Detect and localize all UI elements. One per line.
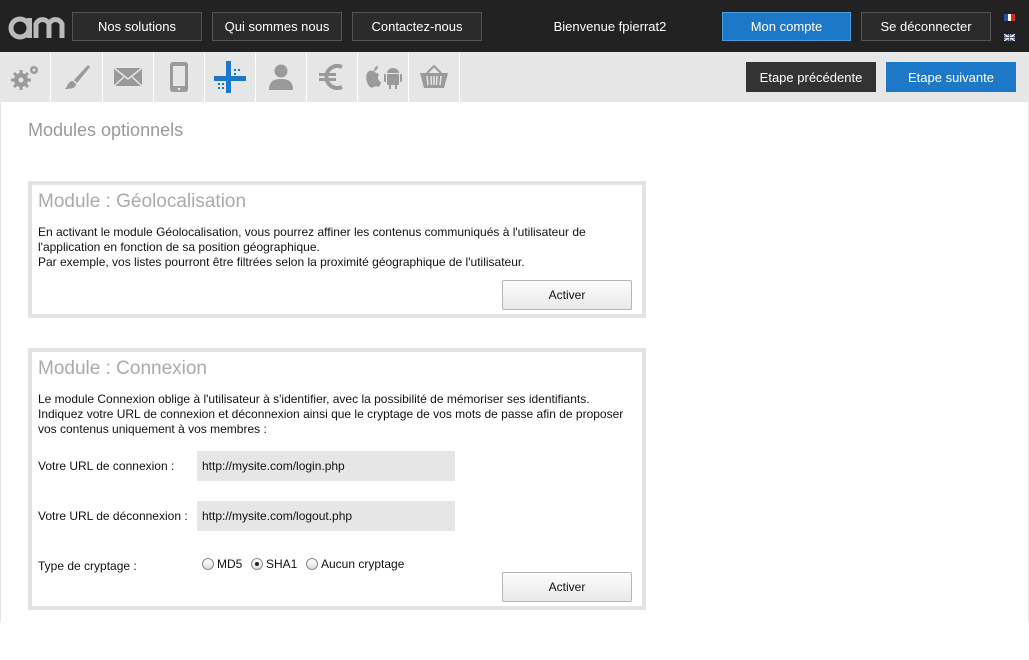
geolocation-desc-line1: En activant le module Géolocalisation, v…: [38, 225, 586, 239]
nav-contactez-nous[interactable]: Contactez-nous: [352, 12, 482, 41]
radio-circle[interactable]: [202, 558, 214, 570]
user-icon: [269, 64, 293, 90]
design-tool[interactable]: [52, 52, 103, 102]
shop-tool[interactable]: [409, 52, 460, 102]
login-desc-line2: Indiquez votre URL de connexion et décon…: [38, 407, 624, 421]
login-desc-line3: vos contenus uniquement à vos membres :: [38, 422, 267, 436]
login-module: Module : Connexion Le module Connexion o…: [28, 348, 646, 610]
crypt-sha1-radio[interactable]: SHA1: [251, 557, 297, 571]
mail-icon: [113, 67, 143, 87]
login-module-title: Module : Connexion: [38, 358, 207, 379]
logout-url-label: Votre URL de déconnexion :: [38, 509, 188, 523]
geolocation-desc-line3: Par exemple, vos listes pourront être fi…: [38, 255, 525, 269]
brush-icon: [65, 65, 90, 89]
modules-icon: [214, 61, 246, 93]
previous-step-button[interactable]: Etape précédente: [746, 62, 876, 92]
crypt-md5-label: MD5: [217, 557, 243, 571]
crypt-sha1-label: SHA1: [266, 557, 298, 571]
pricing-tool[interactable]: [307, 52, 358, 102]
app-logo[interactable]: [8, 8, 66, 44]
crypt-type-label: Type de cryptage :: [38, 559, 137, 573]
mobile-tool[interactable]: [154, 52, 205, 102]
flag-fr-icon[interactable]: [1004, 14, 1015, 21]
step-toolbar: Etape précédente Etape suivante: [0, 52, 1029, 102]
users-tool[interactable]: [256, 52, 307, 102]
login-url-input[interactable]: [197, 451, 455, 481]
apple-android-icon: [366, 66, 402, 89]
mail-tool[interactable]: [103, 52, 154, 102]
activate-geolocation-button[interactable]: Activer: [502, 280, 632, 310]
geolocation-module: Module : Géolocalisation En activant le …: [28, 181, 646, 318]
top-bar: Nos solutions Qui sommes nous Contactez-…: [0, 0, 1029, 52]
my-account-button[interactable]: Mon compte: [722, 12, 851, 41]
activate-login-button[interactable]: Activer: [502, 572, 632, 602]
radio-circle[interactable]: [306, 558, 318, 570]
modules-tool[interactable]: [205, 52, 256, 102]
crypt-none-label: Aucun cryptage: [321, 557, 405, 571]
nav-nos-solutions[interactable]: Nos solutions: [72, 12, 202, 41]
radio-circle-checked[interactable]: [251, 558, 263, 570]
crypt-none-radio[interactable]: Aucun cryptage: [306, 557, 404, 571]
settings-tool[interactable]: [0, 52, 51, 102]
page-title: Modules optionnels: [28, 120, 184, 140]
phone-icon: [170, 62, 188, 92]
logout-url-input[interactable]: [197, 501, 455, 531]
main-content: Modules optionnels Module : Géolocalisat…: [0, 102, 1029, 622]
login-url-label: Votre URL de connexion :: [38, 459, 175, 473]
flag-en-icon[interactable]: [1004, 34, 1015, 41]
welcome-text: Bienvenue fpierrat2: [553, 19, 667, 34]
next-step-button[interactable]: Etape suivante: [886, 62, 1016, 92]
nav-qui-sommes-nous[interactable]: Qui sommes nous: [212, 12, 342, 41]
logout-button[interactable]: Se déconnecter: [861, 12, 991, 41]
login-desc-line1: Le module Connexion oblige à l'utilisate…: [38, 392, 590, 406]
geolocation-desc-line2: l'application en fonction de sa position…: [38, 240, 320, 254]
crypt-md5-radio[interactable]: MD5: [202, 557, 242, 571]
euro-icon: [319, 64, 343, 90]
basket-icon: [420, 64, 448, 88]
gear-icon: [11, 66, 38, 90]
geolocation-module-title: Module : Géolocalisation: [38, 191, 247, 212]
publish-tool[interactable]: [358, 52, 409, 102]
